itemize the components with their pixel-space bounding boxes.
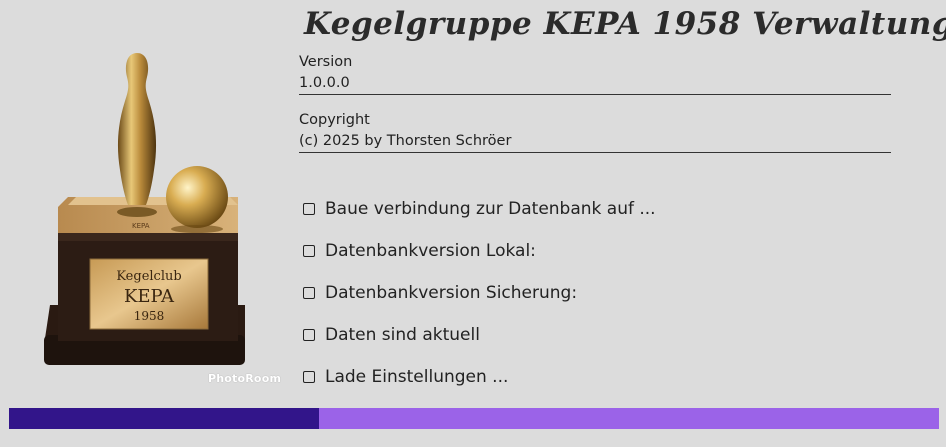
photoroom-watermark: PhotoRoom [208, 372, 282, 385]
checkbox-icon [303, 203, 315, 215]
status-item-db-version-backup: Datenbankversion Sicherung: [303, 272, 656, 314]
status-item-label: Baue verbindung zur Datenbank auf ... [325, 199, 656, 219]
plate-line3: 1958 [134, 309, 165, 323]
status-checklist: Baue verbindung zur Datenbank auf ... Da… [303, 188, 656, 398]
status-item-label: Daten sind aktuell [325, 325, 480, 345]
status-item-db-version-local: Datenbankversion Lokal: [303, 230, 656, 272]
status-item-label: Lade Einstellungen ... [325, 367, 509, 387]
status-item-data-current: Daten sind aktuell [303, 314, 656, 356]
status-item-label: Datenbankversion Lokal: [325, 241, 536, 261]
copyright-section: Copyright (c) 2025 by Thorsten Schröer [299, 110, 891, 153]
version-value: 1.0.0.0 [299, 75, 350, 91]
status-item-db-connect: Baue verbindung zur Datenbank auf ... [303, 188, 656, 230]
copyright-label: Copyright [299, 112, 370, 128]
trophy-illustration: Kegelclub KEPA 1958 KEPA [44, 53, 245, 365]
progress-fill [9, 408, 319, 429]
status-item-label: Datenbankversion Sicherung: [325, 283, 578, 303]
checkbox-icon [303, 245, 315, 257]
version-label: Version [299, 54, 353, 70]
app-title: Kegelgruppe KEPA 1958 Verwaltung [304, 6, 946, 42]
status-item-load-settings: Lade Einstellungen ... [303, 356, 656, 398]
version-section: Version 1.0.0.0 [299, 52, 891, 95]
copyright-value: (c) 2025 by Thorsten Schröer [299, 133, 512, 149]
progress-bar [9, 408, 939, 429]
trophy-small-text: KEPA [132, 222, 150, 230]
checkbox-icon [303, 329, 315, 341]
plate-line1: Kegelclub [116, 269, 181, 284]
checkbox-icon [303, 287, 315, 299]
checkbox-icon [303, 371, 315, 383]
trophy-image: Kegelclub KEPA 1958 KEPA [30, 45, 280, 390]
plate-line2: KEPA [124, 286, 175, 307]
